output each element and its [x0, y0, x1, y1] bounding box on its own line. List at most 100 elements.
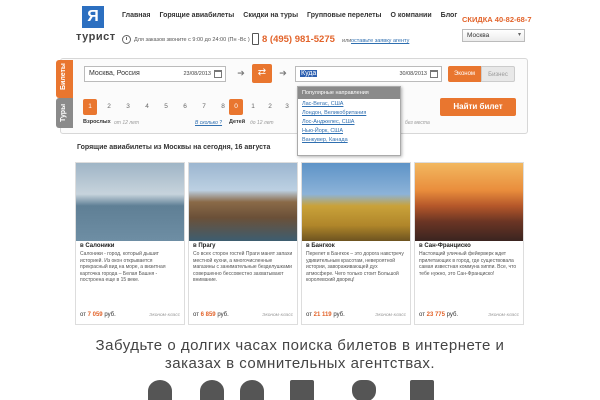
children-label: Детей [229, 119, 246, 125]
credit-card-icon [410, 380, 434, 400]
adults-option[interactable]: 4 [140, 99, 154, 115]
price-from: от [306, 312, 312, 318]
price-currency: руб. [217, 312, 229, 318]
dropdown-item[interactable]: Лас-Вегас, США [298, 99, 400, 108]
callback-link[interactable]: оставьте заявку агенту [351, 38, 409, 44]
tab-tickets-label: Билеты [60, 63, 67, 90]
deal-card[interactable]: в Прагу Со всех сторон гостей Праги маня… [188, 162, 298, 325]
swap-button[interactable]: ⇄ [252, 64, 272, 83]
deal-city[interactable]: в Бангкок [302, 241, 410, 250]
phone-icon [252, 33, 259, 45]
deal-class: Эконом-класс [488, 313, 519, 318]
children-note: до 12 лет [250, 120, 274, 126]
hot-deals-title: Горящие авиабилеты из Москвы на сегодня,… [77, 144, 271, 151]
adults-label: Взрослых [83, 119, 111, 125]
deal-class: Эконом-класс [149, 313, 180, 318]
children-option[interactable]: 1 [246, 99, 260, 115]
to-value: Куда [300, 70, 318, 77]
globe-icon [148, 380, 172, 400]
nav-item-tour-discounts[interactable]: Скидки на туры [243, 12, 298, 19]
city-select-value: Москва [467, 32, 490, 39]
find-ticket-button[interactable]: Найти билет [440, 98, 516, 116]
dropdown-item[interactable]: Ванкувер, Канада [298, 135, 400, 144]
nav-item-group-flights[interactable]: Групповые перелеты [307, 12, 381, 19]
mode-economy-button[interactable]: Эконом [448, 66, 481, 82]
piggy-bank-icon [240, 380, 264, 400]
deal-description: Настоящий уличный фейерверк ждет прилета… [419, 251, 517, 277]
from-field[interactable]: Москва, Россия 23/08/2013 [84, 66, 226, 82]
deal-class: Эконом-класс [375, 313, 406, 318]
nav-item-home[interactable]: Главная [122, 12, 150, 19]
children-option[interactable]: 3 [280, 99, 294, 115]
tab-tours-label: Туры [60, 103, 67, 122]
to-field[interactable]: Куда 30/08/2013 [295, 66, 442, 82]
city-select[interactable]: Москва ▾ [462, 29, 525, 42]
deal-city[interactable]: в Прагу [189, 241, 297, 250]
infants-link[interactable]: В сколько ? [195, 120, 222, 126]
price-from: от [80, 312, 86, 318]
logo-text[interactable]: турист [76, 31, 116, 43]
nav-item-hot-tickets[interactable]: Горящие авиабилеты [159, 12, 234, 19]
popular-destinations-dropdown: Популярные направления Лас-Вегас, США Ло… [297, 86, 401, 156]
deal-photo [415, 163, 523, 241]
adults-option[interactable]: 3 [121, 99, 135, 115]
arrow-right-icon: ➔ [279, 68, 287, 78]
logo[interactable]: Я [82, 6, 104, 28]
to-date: 30/08/2013 [399, 71, 427, 77]
children-option[interactable]: 0 [229, 99, 243, 115]
deal-price: 7 059 [87, 312, 103, 318]
deal-price-row: от 23 775 руб. [419, 312, 458, 318]
tab-tickets[interactable]: Билеты [56, 60, 73, 98]
mode-business-button[interactable]: Бизнес [481, 66, 515, 82]
calendar-icon [290, 380, 314, 400]
price-currency: руб. [446, 312, 459, 318]
nav-item-blog[interactable]: Блог [441, 12, 458, 19]
from-date: 23/08/2013 [183, 71, 211, 77]
or-label: или [342, 38, 352, 44]
deal-price: 23 775 [426, 312, 445, 318]
deal-price-row: от 7 059 руб. [80, 312, 116, 318]
group-icon [200, 380, 224, 400]
clock-icon [122, 35, 131, 44]
deal-price: 21 119 [313, 312, 332, 318]
dropdown-header: Популярные направления [298, 87, 400, 99]
tab-tours[interactable]: Туры [56, 98, 73, 128]
deal-card[interactable]: в Сан-Франциско Настоящий уличный фейерв… [414, 162, 524, 325]
dropdown-item[interactable]: Лондон, Великобритания [298, 108, 400, 117]
adults-note: от 12 лет [114, 120, 139, 126]
deal-photo [302, 163, 410, 241]
children-option[interactable]: 2 [263, 99, 277, 115]
deal-photo [189, 163, 297, 241]
adults-option[interactable]: 6 [178, 99, 192, 115]
discount-banner: СКИДКА 40-82-68-7 [462, 15, 532, 24]
working-hours: Для заказов звоните с 9:00 до 24:00 (Пн … [134, 37, 250, 43]
deal-city[interactable]: в Салоники [76, 241, 184, 250]
deal-description: Со всех сторон гостей Праги манят запахи… [193, 251, 293, 283]
deal-card[interactable]: в Салоники Салоники - город, который дыш… [75, 162, 185, 325]
deal-price-row: от 6 859 руб. [193, 312, 229, 318]
price-currency: руб. [104, 312, 116, 318]
calendar-icon[interactable] [430, 70, 438, 78]
adults-option[interactable]: 1 [83, 99, 97, 115]
nav-item-about[interactable]: О компании [391, 12, 432, 19]
dropdown-item[interactable]: Нью-Йорк, США [298, 126, 400, 135]
deal-description: Салоники - город, который дышит историей… [80, 251, 166, 283]
deal-city[interactable]: в Сан-Франциско [415, 241, 523, 250]
price-from: от [193, 312, 199, 318]
shield-icon [352, 380, 376, 400]
deal-card[interactable]: в Бангкок Перелет в Бангкок – это дорога… [301, 162, 411, 325]
phone-number[interactable]: 8 (495) 981-5275 [262, 34, 335, 45]
deal-description: Перелет в Бангкок – это дорога навстречу… [306, 251, 404, 283]
from-value: Москва, Россия [89, 70, 140, 77]
deal-photo [76, 163, 184, 241]
main-nav: Главная Горящие авиабилеты Скидки на тур… [122, 12, 457, 19]
slogan-line-1: Забудьте о долгих часах поиска билетов в… [95, 337, 505, 354]
adults-option[interactable]: 2 [102, 99, 116, 115]
calendar-icon[interactable] [214, 70, 222, 78]
deal-price: 6 859 [200, 312, 216, 318]
adults-option[interactable]: 8 [216, 99, 230, 115]
adults-option[interactable]: 7 [197, 99, 211, 115]
price-from: от [419, 312, 425, 318]
adults-option[interactable]: 5 [159, 99, 173, 115]
dropdown-item[interactable]: Лос-Анджелес, США [298, 117, 400, 126]
